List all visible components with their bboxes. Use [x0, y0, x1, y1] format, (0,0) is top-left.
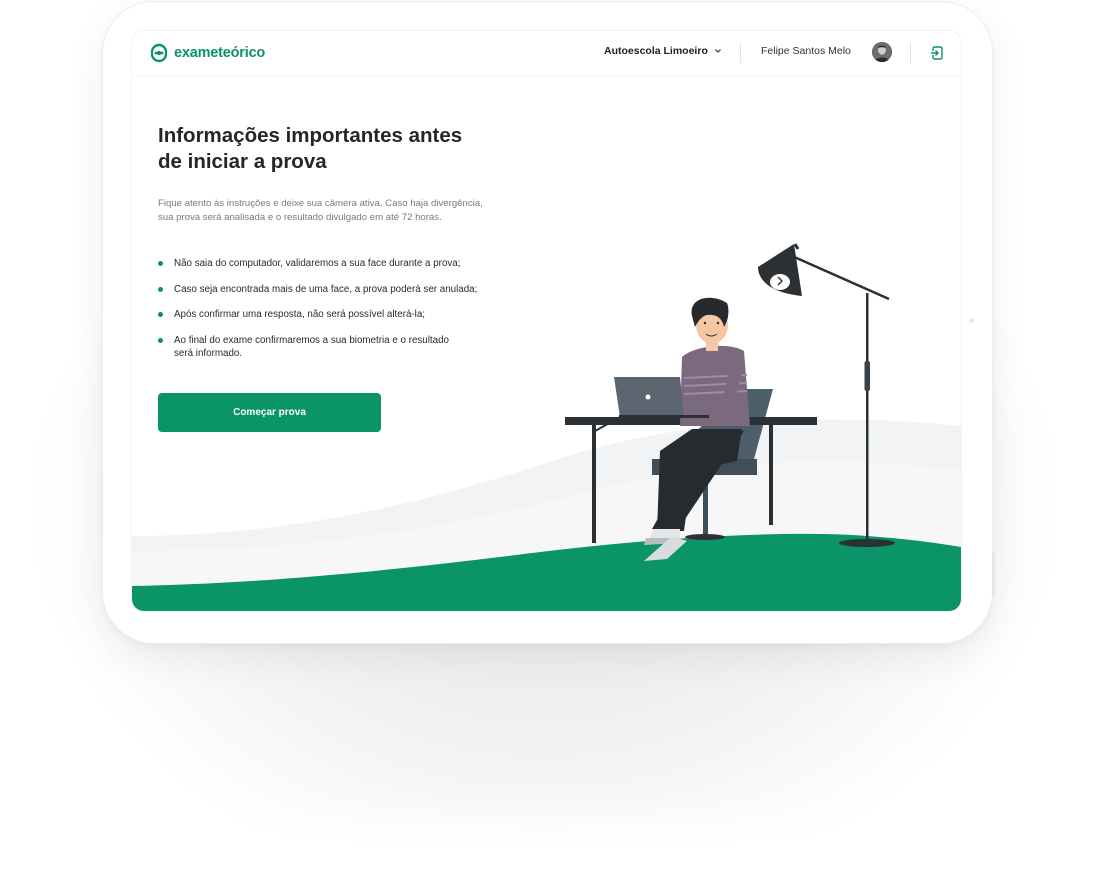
logout-icon[interactable]	[929, 45, 945, 61]
exameteorico-logo-icon	[150, 43, 168, 63]
start-exam-button[interactable]: Começar prova	[158, 393, 381, 432]
user-name: Felipe Santos Melo	[761, 45, 851, 57]
chevron-down-icon	[714, 49, 721, 53]
school-selector[interactable]: Autoescola Limoeiro	[604, 45, 722, 57]
header-divider	[740, 43, 741, 63]
rules-list: Não saia do computador, validaremos a su…	[158, 257, 518, 372]
list-item: Ao final do exame confirmaremos a sua bi…	[158, 334, 518, 360]
tablet-side-button	[992, 552, 995, 596]
instructions-panel: Informações importantes antes de iniciar…	[132, 31, 961, 611]
top-header: exameteórico Autoescola Limoeiro Felipe …	[132, 31, 961, 75]
tablet-volume-button	[848, 643, 878, 646]
bullet-dot	[158, 286, 163, 292]
page-subtitle: Fique atento às instruções e deixe sua c…	[158, 198, 483, 223]
logo-text: exameteórico	[174, 45, 266, 61]
list-item: Não saia do computador, validaremos a su…	[158, 257, 518, 270]
bullet-dot	[158, 261, 163, 266]
bullet-dot	[158, 337, 163, 343]
page-title: Informações importantes antes de iniciar…	[158, 124, 463, 173]
brand-logo[interactable]: exameteórico	[149, 42, 265, 64]
list-item: Caso seja encontrada mais de uma face, a…	[158, 283, 518, 296]
bullet-dot	[158, 312, 163, 317]
stage: exameteórico Autoescola Limoeiro Felipe …	[0, 0, 1095, 876]
avatar-photo	[872, 42, 892, 62]
list-item: Após confirmar uma resposta, não será po…	[158, 308, 518, 321]
school-name: Autoescola Limoeiro	[604, 45, 708, 57]
tablet-screen: exameteórico Autoescola Limoeiro Felipe …	[132, 31, 961, 611]
tablet-camera	[969, 318, 974, 323]
user-avatar[interactable]	[872, 42, 892, 62]
tablet-volume-button	[890, 643, 920, 646]
header-divider	[910, 43, 911, 63]
